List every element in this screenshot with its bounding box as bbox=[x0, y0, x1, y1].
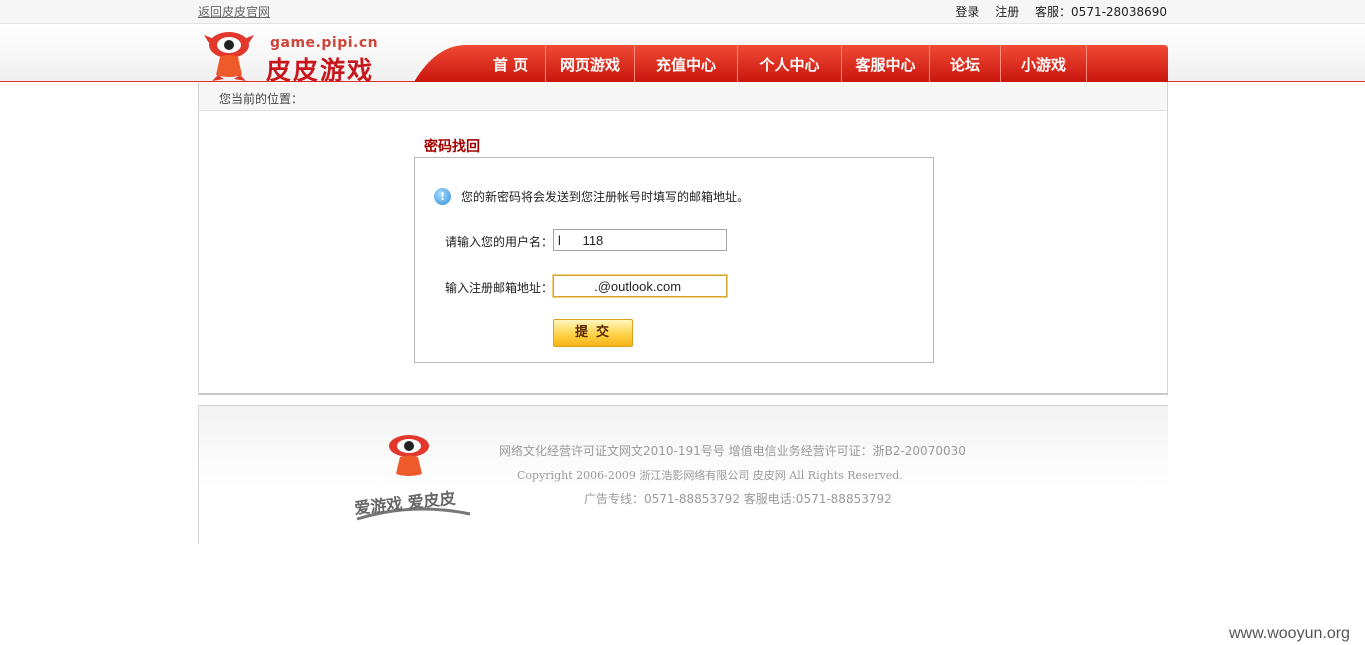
login-link[interactable]: 登录 bbox=[955, 5, 979, 19]
footer-copyright: Copyright 2006-2009 浙江浩影网络有限公司 皮皮网 All R… bbox=[517, 469, 903, 482]
top-bar-right: 登录 注册 客服：0571-28038690 bbox=[943, 3, 1167, 20]
nav-item-user-center[interactable]: 个人中心 bbox=[738, 45, 842, 82]
submit-button[interactable]: 提交 bbox=[553, 319, 633, 347]
logo-domain: game.pipi.cn bbox=[270, 35, 379, 51]
watermark: www.wooyun.org bbox=[1229, 625, 1350, 642]
nav-item-home[interactable]: 首 页 bbox=[476, 45, 546, 82]
info-icon: ! bbox=[434, 188, 451, 205]
username-label: 请输入您的用户名： bbox=[445, 235, 554, 249]
email-input[interactable] bbox=[553, 275, 727, 297]
nav-item-forum[interactable]: 论坛 bbox=[930, 45, 1001, 82]
footer-slogan-text: 爱游戏 爱皮皮 bbox=[353, 488, 456, 516]
nav-item-service-center[interactable]: 客服中心 bbox=[842, 45, 930, 82]
page-title: 密码找回 bbox=[424, 139, 480, 155]
nav-list: 首 页 网页游戏 充值中心 个人中心 客服中心 论坛 小游戏 bbox=[476, 45, 1087, 82]
page: 返回皮皮官网 登录 注册 客服：0571-28038690 game.pipi.… bbox=[0, 0, 1365, 645]
nav-item-recharge[interactable]: 充值中心 bbox=[635, 45, 738, 82]
site-header: game.pipi.cn 皮皮游戏 首 页 网页游戏 充值中心 个人中心 客服中… bbox=[0, 25, 1365, 85]
nav-item-web-games[interactable]: 网页游戏 bbox=[546, 45, 635, 82]
email-label: 输入注册邮箱地址： bbox=[445, 281, 554, 295]
site-logo[interactable]: game.pipi.cn 皮皮游戏 bbox=[204, 29, 394, 85]
breadcrumb: 您当前的位置： bbox=[198, 82, 1168, 111]
nav-item-mini-games[interactable]: 小游戏 bbox=[1001, 45, 1087, 82]
main-nav: 首 页 网页游戏 充值中心 个人中心 客服中心 论坛 小游戏 bbox=[414, 45, 1168, 82]
mascot-logo-icon bbox=[204, 32, 254, 81]
notice-text: 您的新密码将会发送到您注册帐号时填写的邮箱地址。 bbox=[461, 190, 750, 204]
register-link[interactable]: 注册 bbox=[995, 5, 1019, 19]
footer-license: 网络文化经营许可证文网文2010-191号号 增值电信业务经营许可证：浙B2-2… bbox=[499, 444, 966, 458]
back-to-official-site-link[interactable]: 返回皮皮官网 bbox=[198, 3, 270, 20]
service-phone: 客服：0571-28038690 bbox=[1035, 5, 1167, 19]
breadcrumb-label: 您当前的位置： bbox=[219, 92, 304, 106]
username-input[interactable] bbox=[553, 229, 727, 251]
footer-contact: 广告专线：0571-88853792 客服电话:0571-88853792 bbox=[584, 492, 892, 506]
footer-slogan: 爱游戏 爱皮皮 bbox=[353, 488, 456, 516]
top-bar: 返回皮皮官网 登录 注册 客服：0571-28038690 bbox=[0, 0, 1365, 24]
notice-row: ! 您的新密码将会发送到您注册帐号时填写的邮箱地址。 bbox=[434, 187, 834, 207]
